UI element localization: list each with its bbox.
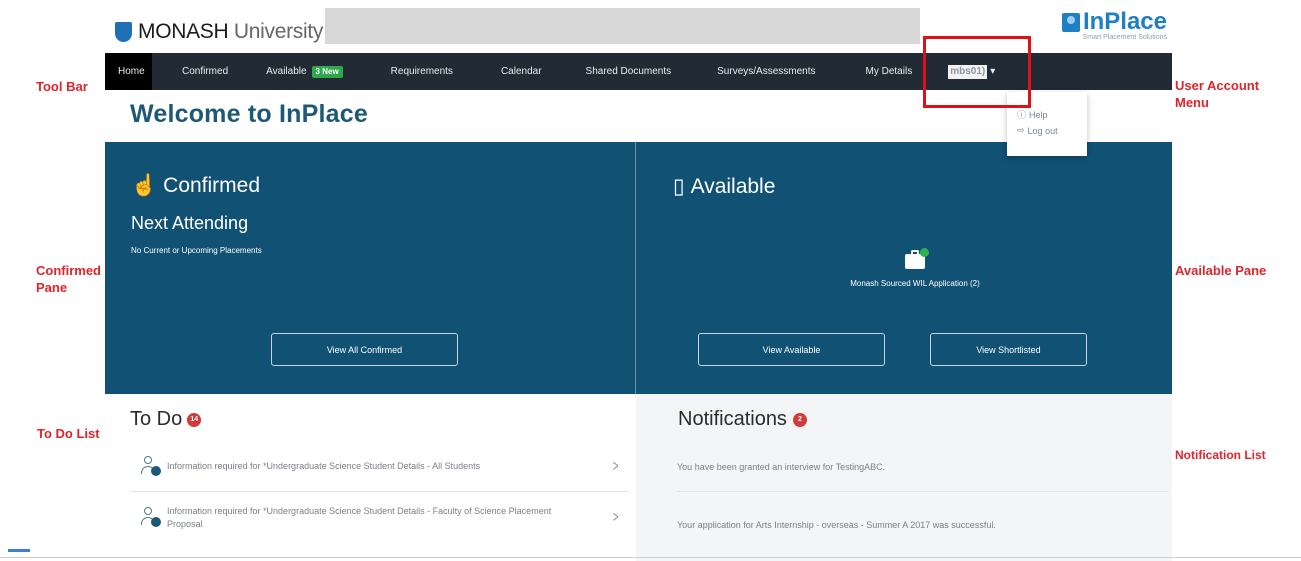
inplace-logo[interactable]: InPlace Smart Placement Solutions [1061, 8, 1167, 41]
nav-surveys-assessments[interactable]: Surveys/Assessments [707, 53, 825, 90]
monash-logo[interactable]: MONASH University [115, 20, 323, 44]
chevron-right-icon: > [612, 509, 619, 526]
todo-list-item[interactable]: Information required for *Undergraduate … [130, 442, 628, 492]
confirmed-pane-title: ☝ Confirmed [131, 174, 260, 198]
pane-divider [635, 142, 636, 394]
nav-available-label: Available [266, 66, 307, 77]
inplace-brand-name: InPlace [1082, 8, 1167, 35]
confirmed-pane-title-label: Confirmed [163, 174, 261, 197]
dashboard-panes: ☝ Confirmed Next Attending No Current or… [105, 142, 1172, 394]
chevron-right-icon: > [612, 457, 619, 475]
hand-pointer-icon: ☝ [131, 174, 158, 197]
nav-requirements[interactable]: Requirements [381, 53, 463, 90]
monash-logo-light: University [228, 20, 324, 43]
view-available-button[interactable]: View Available [698, 333, 885, 366]
notification-item[interactable]: Your application for Arts Internship - o… [677, 500, 1169, 550]
nav-available[interactable]: Available 3 New [256, 53, 353, 90]
briefcase-icon[interactable] [905, 248, 929, 270]
todo-list-item[interactable]: Information required for *Undergraduate … [130, 493, 628, 543]
nav-calendar[interactable]: Calendar [491, 53, 552, 90]
status-dot [920, 248, 929, 257]
annotation-tool-bar: Tool Bar [36, 79, 88, 94]
annotation-confirmed-pane: Confirmed Pane [36, 263, 101, 295]
page-title: Welcome to InPlace [130, 100, 368, 128]
notifications-heading: Notifications 2 [678, 408, 807, 431]
monash-logo-bold: MONASH [138, 20, 229, 43]
menu-item-help-label: Help [1029, 109, 1048, 120]
annotation-available-pane: Available Pane [1175, 263, 1267, 278]
new-count-badge: 3 New [311, 65, 343, 78]
annotation-notification-list: Notification List [1175, 448, 1266, 462]
nav-home[interactable]: Home [105, 53, 152, 90]
inplace-tagline: Smart Placement Solutions [1082, 34, 1167, 41]
menu-item-logout-label: Log out [1027, 125, 1058, 136]
person-info-icon [141, 455, 161, 478]
menu-item-logout[interactable]: ⇨ Log out [1007, 123, 1087, 138]
door-icon: ▯ [673, 175, 685, 198]
nav-shared-documents[interactable]: Shared Documents [576, 53, 682, 90]
todo-item-text: Information required for *Undergraduate … [167, 461, 481, 471]
notification-list: Notifications 2 You have been granted an… [636, 394, 1172, 561]
todo-count-badge: 14 [187, 412, 202, 427]
view-all-confirmed-button[interactable]: View All Confirmed [271, 333, 458, 366]
menu-item-help[interactable]: ⓘ Help [1007, 106, 1087, 123]
notifications-heading-label: Notifications [678, 408, 787, 430]
nav-my-details[interactable]: My Details [856, 53, 923, 90]
scroll-indicator [8, 549, 30, 552]
notification-item[interactable]: You have been granted an interview for T… [677, 442, 1169, 492]
view-shortlisted-button[interactable]: View Shortlisted [930, 333, 1087, 366]
todo-item-text: Information required for *Undergraduate … [167, 506, 552, 529]
todo-heading-label: To Do [130, 408, 183, 430]
available-item-label[interactable]: Monash Sourced WIL Application (2) [795, 279, 1035, 288]
header-banner [325, 8, 920, 44]
available-pane-title-label: Available [690, 174, 776, 198]
notifications-count-badge: 2 [792, 412, 807, 427]
next-attending-heading: Next Attending [131, 213, 249, 233]
divider [0, 557, 1301, 558]
inplace-mark-icon [1061, 12, 1080, 32]
annotation-user-account-menu: User Account Menu [1175, 78, 1260, 110]
person-info-icon [141, 507, 161, 529]
help-icon: ⓘ [1017, 110, 1027, 120]
highlight-box [923, 36, 1031, 108]
todo-heading: To Do 14 [130, 408, 202, 431]
logout-icon: ⇨ [1017, 125, 1025, 135]
confirmed-status-text: No Current or Upcoming Placements [131, 246, 262, 255]
page: MONASH University InPlace Smart Placemen… [0, 0, 1301, 561]
nav-confirmed[interactable]: Confirmed [172, 53, 238, 90]
monash-shield-icon [115, 22, 132, 42]
annotation-to-do-list: To Do List [37, 426, 100, 441]
available-pane-title: ▯ Available [673, 174, 775, 199]
